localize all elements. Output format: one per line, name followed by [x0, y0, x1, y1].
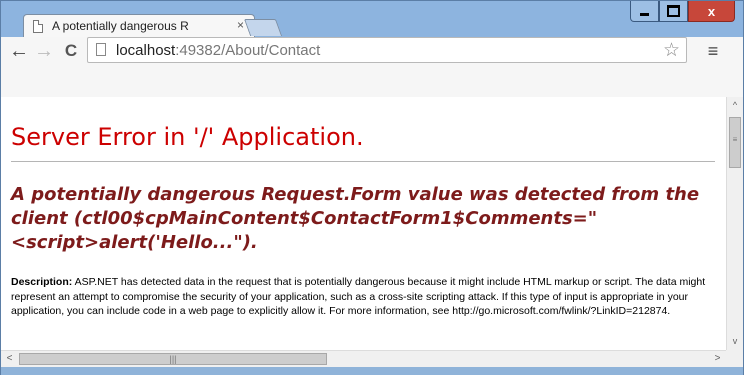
maximize-button[interactable] — [659, 1, 688, 22]
title-bar: A potentially dangerous R × x — [1, 1, 743, 38]
scroll-down-icon[interactable]: v — [727, 333, 743, 350]
back-button[interactable]: ← — [7, 39, 31, 63]
browser-toolbar: ← → C localhost:49382/About/Contact ☆ ≡ — [1, 37, 743, 98]
description-label: Description: — [11, 276, 73, 288]
reload-button[interactable]: C — [59, 39, 83, 63]
bookmark-star-icon[interactable]: ☆ — [663, 39, 680, 62]
maximize-icon — [667, 5, 680, 17]
error-message: A potentially dangerous Request.Form val… — [11, 184, 700, 253]
url-host: localhost — [116, 42, 176, 59]
horizontal-scrollbar[interactable]: < ||| > — [1, 350, 726, 367]
forward-button[interactable]: → — [32, 39, 56, 63]
url-text[interactable]: localhost:49382/About/Contact — [116, 42, 320, 59]
scroll-left-icon[interactable]: < — [1, 351, 18, 367]
description: Description: ASP.NET has detected data i… — [11, 275, 719, 319]
browser-window: A potentially dangerous R × x ← → C loca… — [0, 0, 744, 375]
page-title: Server Error in '/' Application. — [11, 123, 364, 151]
close-icon: x — [707, 3, 716, 19]
scroll-up-icon[interactable]: ^ — [727, 97, 743, 114]
new-tab-button[interactable] — [243, 19, 283, 36]
vertical-scroll-thumb[interactable]: ≡ — [729, 117, 741, 168]
close-window-button[interactable]: x — [688, 1, 735, 22]
tab-close-icon[interactable]: × — [237, 18, 244, 32]
divider — [11, 161, 715, 162]
scroll-right-icon[interactable]: > — [709, 351, 726, 367]
tab-active[interactable]: A potentially dangerous R × — [23, 14, 255, 38]
tab-title: A potentially dangerous R — [52, 19, 189, 33]
window-controls: x — [630, 1, 735, 23]
page-icon — [33, 20, 43, 33]
page-info-icon[interactable] — [96, 43, 106, 56]
scrollbar-corner — [726, 350, 743, 367]
grip-icon: ≡ — [732, 135, 738, 144]
page-content: Server Error in '/' Application. A poten… — [1, 97, 726, 350]
description-text: ASP.NET has detected data in the request… — [11, 276, 706, 317]
horizontal-scroll-thumb[interactable]: ||| — [19, 353, 327, 365]
browser-menu-button[interactable]: ≡ — [701, 39, 725, 63]
minimize-button[interactable] — [630, 1, 659, 22]
minimize-icon — [640, 13, 649, 16]
vertical-scrollbar[interactable]: ^ ≡ v — [726, 97, 743, 350]
url-path: :49382/About/Contact — [175, 42, 321, 59]
window-bottom-border — [1, 367, 743, 375]
address-bar[interactable]: localhost:49382/About/Contact ☆ — [87, 37, 687, 63]
